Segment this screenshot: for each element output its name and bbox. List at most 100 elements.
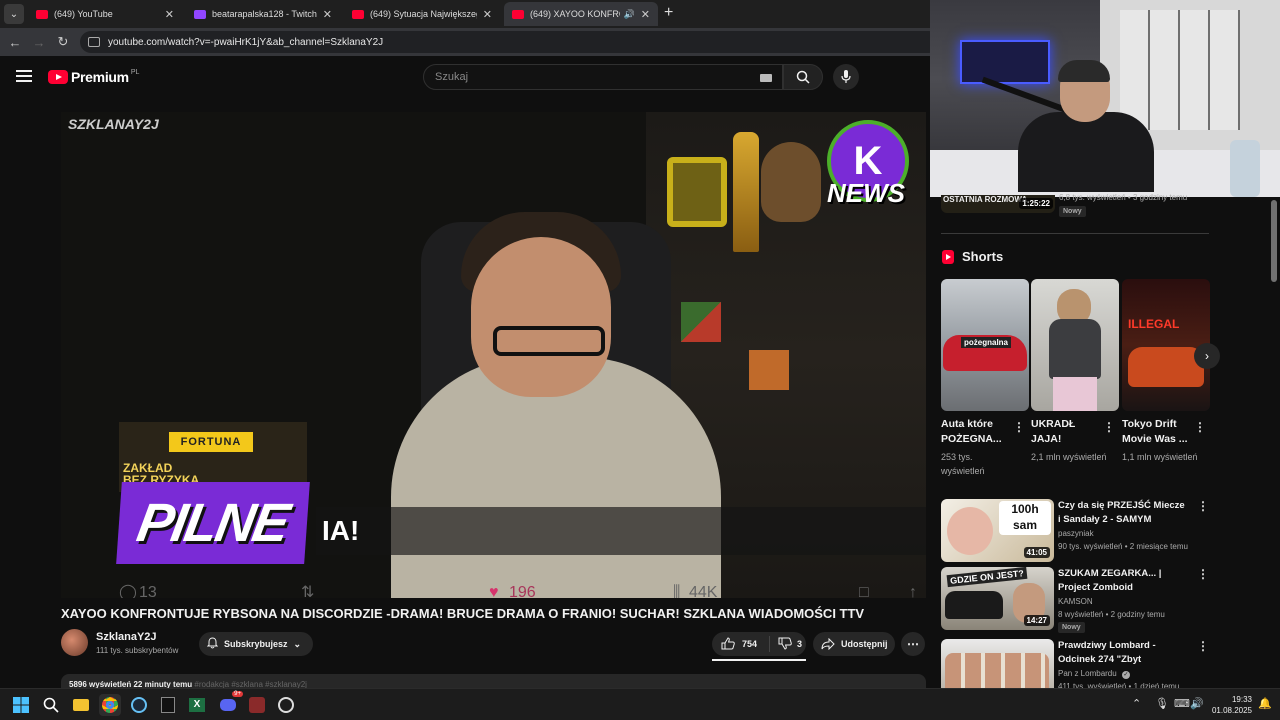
excel-icon[interactable]: X <box>186 694 208 716</box>
address-field[interactable]: youtube.com/watch?v=-pwaiHrK1jY&ab_chann… <box>80 31 940 53</box>
microphone-icon[interactable]: 🎙 <box>1155 697 1169 710</box>
webcam-bottle <box>1230 140 1260 197</box>
tab-title: beatarapalska128 - Twitch <box>212 9 317 19</box>
video-thumbnail[interactable]: 100h sam 41:05 <box>941 499 1054 562</box>
shorts-next-button[interactable]: › <box>1194 343 1220 369</box>
prev-video-thumbnail[interactable]: OSTATNIA ROZMOWA 1:25:22 <box>941 195 1055 213</box>
news-logo-text: NEWS <box>827 178 905 208</box>
video-trophy <box>733 132 759 252</box>
channel-avatar[interactable] <box>61 629 88 656</box>
system-clock[interactable]: 19:33 01.08.2025 <box>1204 694 1252 716</box>
site-info-icon[interactable] <box>88 37 100 47</box>
tab-twitch[interactable]: beatarapalska128 - Twitch ✕ <box>186 2 340 26</box>
video-item-channel[interactable]: Pan z Lombardu ✓ <box>1058 669 1130 679</box>
dislike-count: 3 <box>797 639 803 649</box>
steam-icon[interactable] <box>128 694 150 716</box>
youtube-play-icon <box>48 70 68 84</box>
youtube-premium-logo[interactable]: Premium PL <box>48 69 139 85</box>
new-tab-button[interactable]: + <box>664 4 673 22</box>
short-overlay-text: pożegnalna <box>961 337 1012 348</box>
more-vertical-icon[interactable]: ⋮ <box>1197 639 1209 653</box>
close-icon[interactable]: ✕ <box>165 8 174 21</box>
speaker-icon[interactable]: 🔊 <box>624 9 635 20</box>
voice-search-button[interactable] <box>833 64 859 90</box>
short-title: Tokyo Drift Movie Was ... <box>1122 418 1188 445</box>
windows-taskbar: X 9+ ⌃ 🎙 ⌨ 🔊 19:33 01.08.2025 🔔 <box>0 688 1280 720</box>
short-thumbnail[interactable] <box>1031 279 1119 411</box>
taskbar-search-button[interactable] <box>40 694 62 716</box>
file-explorer-icon[interactable] <box>70 694 92 716</box>
close-icon[interactable]: ✕ <box>641 8 650 21</box>
pilne-banner: PILNE <box>116 482 310 564</box>
discord-icon[interactable]: 9+ <box>217 691 243 716</box>
like-ratio-bar <box>712 659 806 661</box>
tab-title: (649) XAYOO KONFRONTU <box>530 9 620 19</box>
twitch-icon <box>194 9 206 19</box>
volume-icon[interactable]: 🔊 <box>1190 697 1204 710</box>
short-item[interactable]: ILLEGAL Tokyo Drift Movie Was ... 1,1 ml… <box>1122 279 1210 464</box>
list-item[interactable]: GDZIE ON JEST? 14:27 SZUKAM ZEGARKA... |… <box>941 567 1209 633</box>
network-icon[interactable]: ⌨ <box>1174 697 1190 710</box>
orange-car-graphic <box>1128 347 1204 387</box>
close-icon[interactable]: ✕ <box>483 8 492 21</box>
tab-search-button[interactable]: ⌄ <box>4 4 24 24</box>
tab-xayoo-active[interactable]: (649) XAYOO KONFRONTU 🔊 ✕ <box>504 2 658 26</box>
like-button[interactable] <box>721 636 735 652</box>
share-button[interactable]: Udostępnij <box>813 632 895 656</box>
notification-icon[interactable]: 🔔 <box>1258 697 1272 710</box>
more-vertical-icon[interactable]: ⋮ <box>1197 567 1209 581</box>
url-text: youtube.com/watch?v=-pwaiHrK1jY&ab_chann… <box>108 36 384 48</box>
chrome-icon[interactable] <box>99 694 121 716</box>
search-button[interactable] <box>783 64 823 90</box>
short-thumbnail[interactable]: pożegnalna <box>941 279 1029 411</box>
microphone-icon <box>841 70 851 83</box>
short-item[interactable]: UKRADŁ JAJA! 2,1 mln wyświetleń ⋮ <box>1031 279 1119 464</box>
more-vertical-icon[interactable]: ⋮ <box>1197 499 1209 513</box>
short-title: Auta które POŻEGNA... <box>941 418 1002 445</box>
short-item[interactable]: pożegnalna Auta które POŻEGNA... 253 tys… <box>941 279 1029 478</box>
chevron-down-icon: ⌄ <box>293 638 302 649</box>
obs-icon[interactable] <box>275 694 297 716</box>
search-icon <box>796 70 810 84</box>
more-vertical-icon[interactable]: ⋮ <box>1103 420 1115 434</box>
description-box[interactable]: 5896 wyświetleń 22 minuty temu #rodakcja… <box>61 674 926 688</box>
keyboard-icon[interactable] <box>760 74 772 82</box>
windows-start-button[interactable] <box>10 694 32 716</box>
search-input[interactable]: Szukaj <box>423 64 783 90</box>
prev-thumb-text: OSTATNIA ROZMOWA <box>943 195 1028 204</box>
channel-name[interactable]: SzklanaY2J <box>96 631 157 643</box>
more-actions-button[interactable]: ⋯ <box>901 632 925 656</box>
short-thumbnail[interactable]: ILLEGAL <box>1122 279 1210 411</box>
video-thumbnail[interactable]: GDZIE ON JEST? 14:27 <box>941 567 1054 630</box>
game-app-icon[interactable] <box>246 694 268 716</box>
close-icon[interactable]: ✕ <box>323 8 332 21</box>
video-item-meta: 8 wyświetleń • 2 godziny temu <box>1058 610 1165 619</box>
ticker-text: IA! <box>316 507 926 555</box>
sidebar-scrollbar[interactable] <box>1271 200 1277 282</box>
reload-icon[interactable]: ↻ <box>53 32 73 52</box>
share-icon <box>821 638 835 650</box>
logo-text: Premium <box>71 69 129 85</box>
chevron-up-icon[interactable]: ⌃ <box>1132 697 1141 710</box>
forward-arrow-icon[interactable]: → <box>29 32 49 52</box>
webcam-person-body <box>1018 112 1154 192</box>
video-view-count: 44K <box>689 584 718 598</box>
back-arrow-icon[interactable]: ← <box>5 32 25 52</box>
video-item-channel[interactable]: paszyniak <box>1058 529 1094 538</box>
tab-sytuacja[interactable]: (649) Sytuacja Największego O ✕ <box>344 2 500 26</box>
country-code: PL <box>130 68 140 76</box>
epic-games-icon[interactable] <box>157 694 179 716</box>
dislike-button[interactable] <box>778 637 792 652</box>
more-vertical-icon[interactable]: ⋮ <box>1013 420 1025 434</box>
short-person-pants <box>1053 377 1097 411</box>
thumb-character <box>947 507 993 555</box>
duration-badge: 1:25:22 <box>1019 198 1053 209</box>
tab-youtube-home[interactable]: (649) YouTube ✕ <box>28 2 182 26</box>
more-vertical-icon[interactable]: ⋮ <box>1194 420 1206 434</box>
subscribe-button[interactable]: Subskrybujesz ⌄ <box>199 632 313 656</box>
video-item-channel[interactable]: KAMSON <box>1058 597 1093 606</box>
list-item[interactable]: 100h sam 41:05 Czy da się PRZEJŚĆ Miecze… <box>941 499 1209 563</box>
menu-icon[interactable] <box>16 70 32 82</box>
duration-badge: 14:27 <box>1023 615 1050 626</box>
video-player[interactable]: FORTUNA ZAKŁAD BEZ RYZYKA IA! PILNE SZKL… <box>61 112 926 598</box>
